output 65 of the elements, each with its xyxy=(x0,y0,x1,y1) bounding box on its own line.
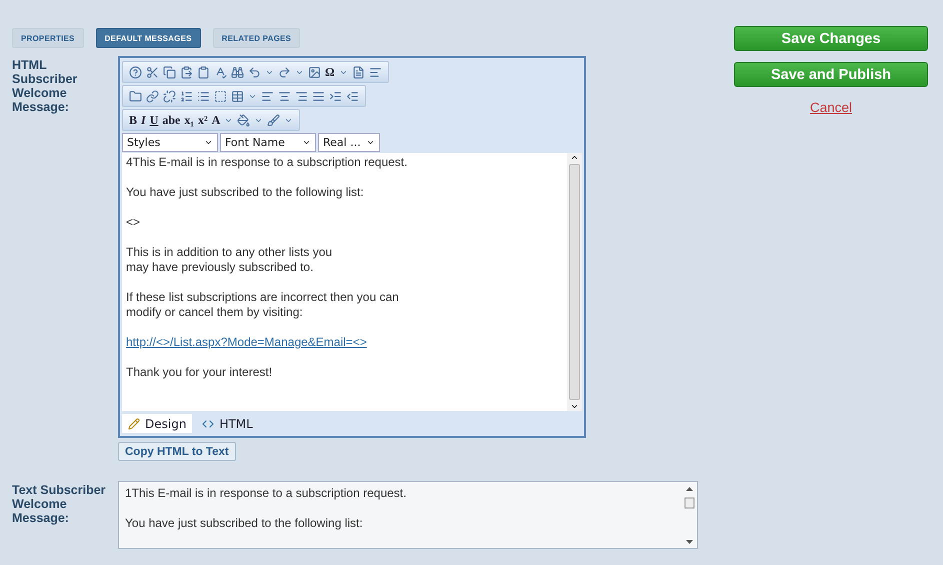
align-icon[interactable] xyxy=(368,66,382,78)
paragraph: This is in addition to any other lists you may have previously subscribed to. xyxy=(126,245,334,275)
tab[interactable]: DEFAULT MESSAGES xyxy=(96,28,201,48)
code-icon xyxy=(202,418,214,430)
caret-icon[interactable] xyxy=(204,138,213,147)
clipboard-icon[interactable] xyxy=(197,66,210,78)
pencil-icon xyxy=(128,418,140,430)
tab[interactable]: PROPERTIES xyxy=(12,28,84,48)
format-glyph[interactable]: x₁ xyxy=(184,112,194,128)
spellcheck-icon[interactable] xyxy=(214,66,227,78)
format-glyph[interactable]: A xyxy=(212,112,220,128)
link-icon[interactable] xyxy=(146,90,159,102)
undo-icon[interactable] xyxy=(248,66,261,78)
mode-tab[interactable]: Design xyxy=(122,414,192,433)
format-glyph[interactable]: I xyxy=(141,112,146,128)
align-right-icon[interactable] xyxy=(295,90,308,102)
caret-icon[interactable] xyxy=(302,138,311,147)
format-glyph[interactable]: abe xyxy=(162,112,180,128)
paragraph: If these list subscriptions are incorrect then you can modify or cancel them by visiting: xyxy=(126,290,400,320)
toolbar-dropdown[interactable]: Real ... xyxy=(318,133,380,152)
caret-icon[interactable] xyxy=(366,138,375,147)
cancel-link[interactable]: Cancel xyxy=(810,100,852,115)
bullet-list-icon[interactable] xyxy=(197,90,210,102)
format-glyph[interactable]: B xyxy=(129,112,138,128)
format-glyph[interactable]: x² xyxy=(198,112,208,128)
unlink-icon[interactable] xyxy=(163,90,176,102)
scrollbar[interactable] xyxy=(567,153,582,411)
symbol-glyph[interactable]: Ω xyxy=(325,64,335,80)
paragraph: 1This E-mail is in response to a subscription request. xyxy=(125,486,408,501)
justify-icon[interactable] xyxy=(312,90,325,102)
scroll-up-icon[interactable] xyxy=(570,153,579,162)
align-center-icon[interactable] xyxy=(278,90,291,102)
paragraph: You have just subscribed to the following list: xyxy=(125,516,364,531)
text-area[interactable]: 1This E-mail is in response to a subscription request. You have just subscribed to the following list: xyxy=(118,481,698,549)
align-left-icon[interactable] xyxy=(261,90,274,102)
help-icon[interactable] xyxy=(129,66,142,78)
mode-tab[interactable]: HTML xyxy=(196,414,259,433)
paste-icon[interactable] xyxy=(180,66,193,78)
toolbar-dropdown[interactable]: Font Name xyxy=(220,133,316,152)
copy-html-button[interactable]: Copy HTML to Text xyxy=(118,442,236,461)
paragraph: <> xyxy=(126,215,142,230)
folder-icon[interactable] xyxy=(129,90,142,102)
document-icon[interactable] xyxy=(352,66,365,78)
format-glyph[interactable]: U xyxy=(150,112,158,128)
paragraph: 4This E-mail is in response to a subscription request. xyxy=(126,155,408,170)
field-label: Text Subscriber Welcome Message: xyxy=(12,482,107,527)
indent-icon[interactable] xyxy=(329,90,342,102)
outdent-icon[interactable] xyxy=(346,90,359,102)
scroll-down-icon[interactable] xyxy=(570,402,579,411)
ordered-list-icon[interactable] xyxy=(180,90,193,102)
link[interactable]: http://<>/List.aspx?Mode=Manage&Email=<> xyxy=(126,335,367,349)
toolbar-dropdown[interactable]: Styles xyxy=(122,133,218,152)
brush-icon[interactable] xyxy=(267,114,280,126)
copy-icon[interactable] xyxy=(163,66,176,78)
paint-bucket-icon[interactable] xyxy=(237,114,250,126)
redo-icon[interactable] xyxy=(278,66,291,78)
paragraph: You have just subscribed to the following list: xyxy=(126,185,365,200)
frame-icon[interactable] xyxy=(214,90,227,102)
cut-icon[interactable] xyxy=(146,66,159,78)
field-label: HTML Subscriber Welcome Message: xyxy=(12,57,78,116)
table-icon[interactable] xyxy=(231,90,244,102)
tab[interactable]: RELATED PAGES xyxy=(212,28,300,48)
binoculars-icon[interactable] xyxy=(231,66,244,78)
paragraph: Thank you for your interest! xyxy=(126,365,274,380)
image-icon[interactable] xyxy=(308,66,321,78)
